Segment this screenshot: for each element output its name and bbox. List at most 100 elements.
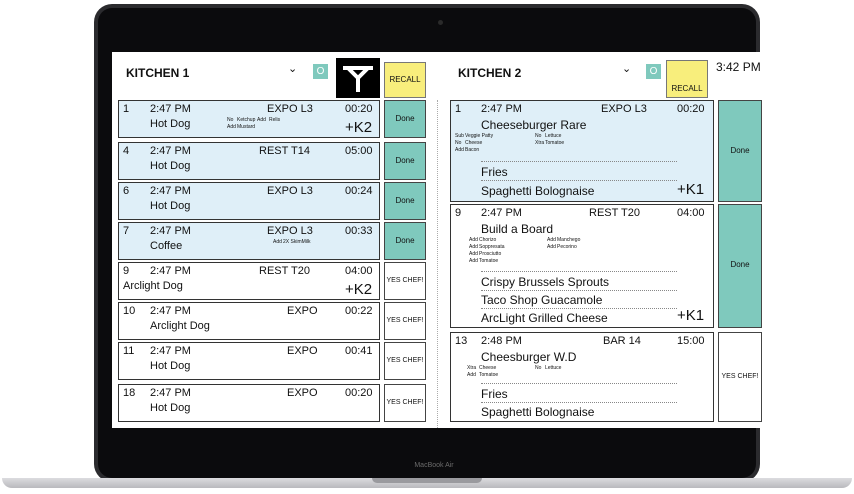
yes-chef-button[interactable]: YES CHEF! xyxy=(718,332,762,422)
ticket-text: Hot Dog xyxy=(150,200,191,212)
kitchen1-recall-button[interactable]: RECALL xyxy=(384,62,426,98)
ticket-text: 1 xyxy=(123,103,130,115)
done-button[interactable]: Done xyxy=(384,182,426,220)
ticket[interactable]: 9 2:47 PM REST T20 04:00 Build a Board A… xyxy=(450,204,714,328)
chevron-down-icon[interactable]: ⌄ xyxy=(622,62,631,75)
ticket-text: 2:47 PM xyxy=(150,103,191,115)
ticket-text: EXPO L3 xyxy=(267,103,313,115)
item-separator xyxy=(481,402,677,403)
ticket-text: 13 xyxy=(455,335,468,347)
ticket-text: Veggie Patty xyxy=(465,133,494,139)
ticket[interactable]: 13 2:48 PM BAR 14 15:00 Cheesburger W.D … xyxy=(450,332,714,422)
item-separator xyxy=(481,161,677,162)
ticket-text: Hot Dog xyxy=(150,402,191,414)
ticket-text: 11 xyxy=(123,345,135,357)
clock: 3:42 PM xyxy=(716,60,761,74)
ticket-text: Add xyxy=(257,117,266,123)
ticket[interactable]: 11 2:47 PM EXPO 00:41 Hot Dog xyxy=(118,342,380,380)
ticket-text: ArcLight Grilled Cheese xyxy=(481,311,608,325)
done-button[interactable]: Done xyxy=(718,100,762,202)
ticket-text: 2:47 PM xyxy=(150,345,191,357)
kitchen1-toggle[interactable]: O xyxy=(313,64,328,79)
ticket[interactable]: 9 2:47 PM REST T20 04:00 Arclight Dog +K… xyxy=(118,262,380,300)
ticket-text: 2:47 PM xyxy=(481,103,522,115)
ticket-text: Add xyxy=(227,124,236,130)
yes-chef-button[interactable]: YES CHEF! xyxy=(384,262,426,300)
ticket-text: Cheese xyxy=(465,140,483,146)
ticket-text: Arclight Dog xyxy=(150,320,210,332)
ticket-text: 18 xyxy=(123,387,136,399)
ticket-text: Mustard xyxy=(237,124,256,130)
ticket[interactable]: 7 2:47 PM EXPO L3 00:33 Coffee Add 2X Sk… xyxy=(118,222,380,260)
ticket-text: +K1 xyxy=(677,307,705,324)
ticket-text: Xtra xyxy=(535,140,545,146)
ticket-text: 7 xyxy=(123,225,130,237)
ticket-text: No xyxy=(535,365,542,371)
kds-screen: KITCHEN 1 ⌄ O RECALL KITCHEN 2 ⌄ O RECAL… xyxy=(112,52,768,428)
ticket-text: Cheesburger W.D xyxy=(481,350,577,364)
ticket-text: 00:24 xyxy=(345,185,373,197)
ticket-text: Add xyxy=(547,244,556,250)
ticket-text: Tomatoe xyxy=(545,140,565,146)
ticket-text: Soppresata xyxy=(479,244,505,250)
ticket-text: 00:41 xyxy=(345,345,373,357)
ticket-text: Add xyxy=(547,237,556,243)
ticket-text: EXPO xyxy=(287,345,318,357)
ticket-text: EXPO L3 xyxy=(267,225,313,237)
ticket-text: 2:47 PM xyxy=(481,207,522,219)
camera xyxy=(438,20,443,25)
ticket-text: EXPO xyxy=(287,387,318,399)
ticket-text: Tomatoe xyxy=(479,372,499,378)
ticket-text: Hot Dog xyxy=(150,360,191,372)
divider xyxy=(437,100,438,428)
ticket[interactable]: 10 2:47 PM EXPO 00:22 Arclight Dog xyxy=(118,302,380,340)
item-separator xyxy=(481,290,677,291)
ticket-text: 04:00 xyxy=(345,265,373,277)
done-button[interactable]: Done xyxy=(384,100,426,138)
item-separator xyxy=(481,180,677,181)
ticket-text: Arclight Dog xyxy=(123,280,183,292)
ticket-text: Cheese xyxy=(479,365,497,371)
kitchen1-title: KITCHEN 1 xyxy=(126,66,190,80)
ticket-text: 2X SkimMilk xyxy=(283,239,311,245)
ticket-text: 15:00 xyxy=(677,335,705,347)
done-button[interactable]: Done xyxy=(384,142,426,180)
ticket[interactable]: 18 2:47 PM EXPO 00:20 Hot Dog xyxy=(118,384,380,422)
ticket[interactable]: 1 2:47 PM EXPO L3 00:20 Hot Dog No Ketch… xyxy=(118,100,380,138)
ticket-text: 05:00 xyxy=(345,145,373,157)
ticket-text: 1 xyxy=(455,103,462,115)
ticket-text: 00:20 xyxy=(345,103,373,115)
ticket-text: Chorizo xyxy=(479,237,497,243)
ticket-text: Fries xyxy=(481,165,508,179)
ticket[interactable]: 1 2:47 PM EXPO L3 00:20 Cheeseburger Rar… xyxy=(450,100,714,202)
ticket-text: 2:47 PM xyxy=(150,305,191,317)
ticket-text: 10 xyxy=(123,305,136,317)
kitchen2-toggle[interactable]: O xyxy=(646,64,661,79)
ticket-text: Bacon xyxy=(465,147,480,153)
ticket-text: Relis xyxy=(269,117,281,123)
laptop-notch xyxy=(372,478,482,483)
ticket-text: 00:20 xyxy=(677,103,705,115)
ticket[interactable]: 6 2:47 PM EXPO L3 00:24 Hot Dog xyxy=(118,182,380,220)
ticket-text: 2:48 PM xyxy=(481,335,522,347)
ticket-text: 04:00 xyxy=(677,207,705,219)
ticket[interactable]: 4 2:47 PM REST T14 05:00 Hot Dog xyxy=(118,142,380,180)
ticket-text: Build a Board xyxy=(481,222,554,236)
chevron-down-icon[interactable]: ⌄ xyxy=(288,62,297,75)
yes-chef-button[interactable]: YES CHEF! xyxy=(384,302,426,340)
ticket-text: Add xyxy=(469,258,478,264)
item-separator xyxy=(481,383,677,384)
item-separator xyxy=(481,271,677,272)
ticket-text: 2:47 PM xyxy=(150,387,191,399)
ticket-text: +K2 xyxy=(345,119,373,136)
done-button[interactable]: Done xyxy=(384,222,426,260)
ticket-text: Add xyxy=(455,147,464,153)
ticket-text: REST T14 xyxy=(259,145,310,157)
kitchen2-recall-button[interactable]: RECALL xyxy=(666,60,708,98)
ticket-text: Manchego xyxy=(557,237,581,243)
ticket-text: EXPO L3 xyxy=(267,185,313,197)
done-button[interactable]: Done xyxy=(718,204,762,328)
yes-chef-button[interactable]: YES CHEF! xyxy=(384,384,426,422)
yes-chef-button[interactable]: YES CHEF! xyxy=(384,342,426,380)
ticket-text: EXPO L3 xyxy=(601,103,647,115)
